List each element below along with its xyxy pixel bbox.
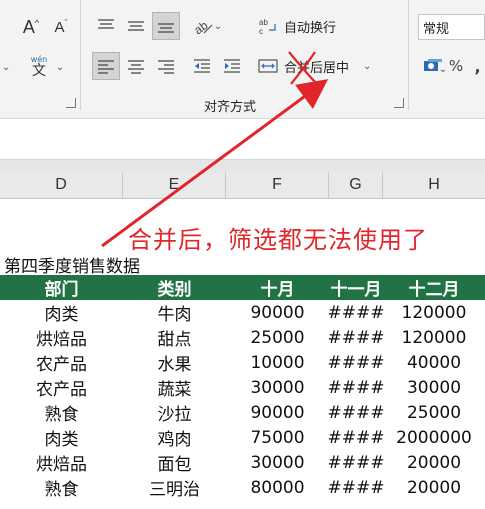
- cell-department[interactable]: 肉类: [0, 300, 123, 325]
- cell-november[interactable]: ####: [328, 400, 385, 425]
- cell-department[interactable]: 肉类: [0, 425, 123, 450]
- cell-november[interactable]: ####: [328, 450, 385, 475]
- header-november[interactable]: 十一月: [329, 275, 383, 300]
- cell-category[interactable]: 面包: [123, 450, 226, 475]
- cell-department[interactable]: 熟食: [0, 475, 123, 500]
- cell-december[interactable]: 120000: [383, 325, 485, 350]
- cell-department[interactable]: 烘焙品: [0, 325, 123, 350]
- cell-category[interactable]: 蔬菜: [123, 375, 226, 400]
- cell-october[interactable]: 25000: [226, 325, 329, 350]
- cell-category[interactable]: 三明治: [123, 475, 226, 500]
- cell-department[interactable]: 农产品: [0, 375, 123, 400]
- cell-category[interactable]: 沙拉: [123, 400, 226, 425]
- cell-december[interactable]: 20000: [383, 450, 485, 475]
- cell-october[interactable]: 90000: [226, 300, 329, 325]
- cell-november[interactable]: ####: [328, 475, 385, 500]
- cell-november[interactable]: ####: [328, 425, 385, 450]
- cell-november[interactable]: ####: [328, 300, 385, 325]
- cell-november[interactable]: ####: [328, 350, 385, 375]
- cell-october[interactable]: 90000: [226, 400, 329, 425]
- cell-october[interactable]: 75000: [226, 425, 329, 450]
- cell-december[interactable]: 30000: [383, 375, 485, 400]
- cell-november[interactable]: ####: [328, 325, 385, 350]
- cell-october[interactable]: 30000: [226, 450, 329, 475]
- header-october[interactable]: 十月: [226, 275, 329, 300]
- cell-category[interactable]: 甜点: [123, 325, 226, 350]
- cell-category[interactable]: 牛肉: [123, 300, 226, 325]
- table-title[interactable]: 第四季度销售数据: [4, 253, 140, 277]
- cell-november[interactable]: ####: [328, 375, 385, 400]
- cell-december[interactable]: 120000: [383, 300, 485, 325]
- cell-department[interactable]: 熟食: [0, 400, 123, 425]
- header-department[interactable]: 部门: [0, 275, 123, 300]
- cell-october[interactable]: 80000: [226, 475, 329, 500]
- cell-october[interactable]: 30000: [226, 375, 329, 400]
- header-category[interactable]: 类别: [123, 275, 226, 300]
- header-december[interactable]: 十二月: [383, 275, 485, 300]
- cell-department[interactable]: 农产品: [0, 350, 123, 375]
- cell-december[interactable]: 40000: [383, 350, 485, 375]
- cell-december[interactable]: 20000: [383, 475, 485, 500]
- cell-category[interactable]: 鸡肉: [123, 425, 226, 450]
- cell-december[interactable]: 25000: [383, 400, 485, 425]
- cell-category[interactable]: 水果: [123, 350, 226, 375]
- cell-october[interactable]: 10000: [226, 350, 329, 375]
- cell-december[interactable]: 2000000: [383, 425, 485, 450]
- cell-department[interactable]: 烘焙品: [0, 450, 123, 475]
